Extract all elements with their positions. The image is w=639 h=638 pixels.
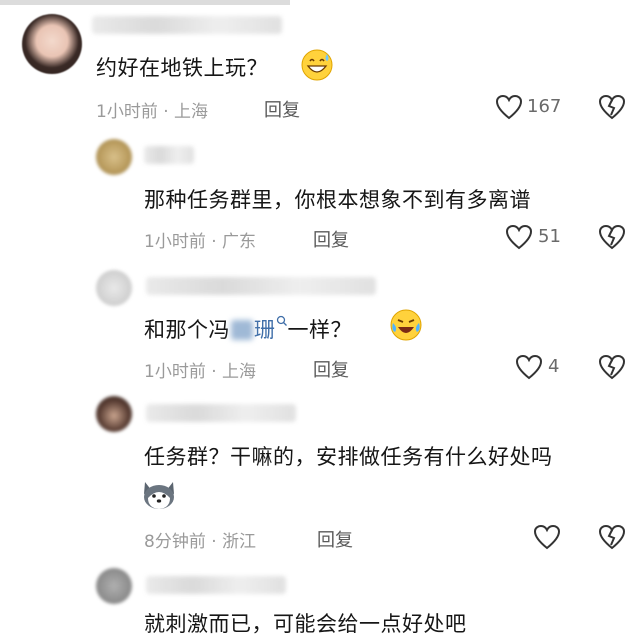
avatar[interactable] (22, 14, 82, 74)
comment-text-part: 一样？ (287, 318, 352, 342)
reply-button[interactable]: 回复 (313, 356, 349, 382)
keyword-link[interactable]: 珊 (254, 318, 276, 342)
username-blurred[interactable] (146, 277, 376, 295)
comment-text: 就刺激而已，可能会给一点好处吧 (144, 612, 467, 636)
avatar[interactable] (96, 270, 132, 306)
comment-text-part: 和那个冯 (144, 318, 230, 342)
timestamp-location: 1小时前 · 上海 (96, 102, 209, 122)
comment-text: 约好在地铁上玩？ (96, 56, 268, 80)
broken-heart-icon[interactable] (598, 224, 626, 250)
heart-outline-icon[interactable] (505, 224, 533, 250)
heart-outline-icon[interactable] (495, 94, 523, 120)
timestamp-location: 1小时前 · 广东 (144, 232, 257, 252)
heart-outline-icon[interactable] (515, 354, 543, 380)
reply-button[interactable]: 回复 (313, 226, 349, 252)
comment-text: 那种任务群里，你根本想象不到有多离谱 (144, 188, 531, 212)
comment-text: 任务群？干嘛的，安排做任务有什么好处吗 (144, 445, 553, 469)
avatar[interactable] (96, 396, 132, 432)
like-count: 51 (538, 226, 561, 247)
username-blurred[interactable] (144, 146, 194, 164)
timestamp-location: 1小时前 · 上海 (144, 362, 257, 382)
grinning-sweat-emoji (301, 49, 333, 81)
timestamp-location: 8分钟前 · 浙江 (144, 532, 257, 552)
avatar[interactable] (96, 139, 132, 175)
username-blurred[interactable] (146, 404, 296, 422)
avatar[interactable] (96, 568, 132, 604)
reply-button[interactable]: 回复 (317, 526, 353, 552)
username-blurred[interactable] (146, 576, 286, 594)
like-count: 167 (527, 96, 562, 117)
crying-laughing-emoji (390, 309, 422, 341)
comment-text: 和那个冯珊一样？ (144, 314, 352, 344)
broken-heart-icon[interactable] (598, 524, 626, 550)
broken-heart-icon[interactable] (598, 94, 626, 120)
husky-dog-emoji (144, 482, 174, 509)
search-icon[interactable] (276, 315, 288, 327)
broken-heart-icon[interactable] (598, 354, 626, 380)
username-blurred[interactable] (92, 16, 282, 34)
heart-outline-icon[interactable] (533, 524, 561, 550)
reply-button[interactable]: 回复 (264, 96, 300, 122)
like-count: 4 (548, 356, 560, 377)
blurred-character (231, 320, 253, 340)
